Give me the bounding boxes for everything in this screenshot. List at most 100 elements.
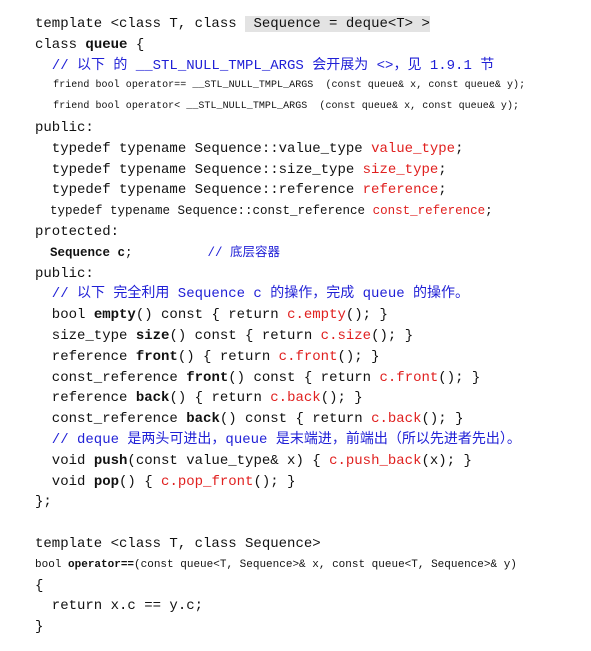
code-text: reference xyxy=(35,390,136,407)
code-identifier: front xyxy=(186,369,229,386)
code-line: return x.c == y.c; xyxy=(35,596,525,617)
code-comment: // 以下 完全利用 Sequence c 的操作，完成 queue 的操作。 xyxy=(35,286,470,303)
code-line: void push(const value_type& x) { c.push_… xyxy=(35,451,525,472)
code-line: protected: xyxy=(35,222,525,243)
code-line: Sequence c; // 底层容器 xyxy=(35,243,525,264)
code-comment: // 以下 的 __STL_NULL_TMPL_ARGS 会开展为 <>，见 1… xyxy=(35,57,495,74)
code-line: } xyxy=(35,617,525,638)
code-text: ; xyxy=(438,161,447,178)
code-member: c.size xyxy=(320,327,372,344)
code-text: void xyxy=(35,452,94,469)
code-text: } xyxy=(35,619,44,636)
code-identifier: back xyxy=(135,390,170,407)
code-text: () { xyxy=(119,473,162,490)
code-line: friend bool operator== __STL_NULL_TMPL_A… xyxy=(35,76,525,97)
code-identifier: pop xyxy=(93,473,120,490)
code-text: { xyxy=(127,36,145,53)
code-identifier: front xyxy=(135,348,178,365)
code-member: const_reference xyxy=(372,204,486,219)
code-text: () const { return xyxy=(228,369,380,386)
code-text: size_type xyxy=(35,327,136,344)
code-identifier: size xyxy=(135,327,170,344)
code-line: const_reference front() const { return c… xyxy=(35,368,525,389)
code-line: typedef typename Sequence::const_referen… xyxy=(35,201,525,222)
code-line: typedef typename Sequence::value_type va… xyxy=(35,139,525,160)
code-text: bool xyxy=(35,558,69,571)
code-text: (); } xyxy=(438,369,481,386)
code-line: class queue { xyxy=(35,35,525,56)
code-text: typedef typename Sequence::const_referen… xyxy=(35,204,373,219)
code-text: const_reference xyxy=(35,411,187,428)
code-text: ; xyxy=(125,245,208,260)
code-member: size_type xyxy=(362,161,439,178)
code-text: public: xyxy=(35,119,94,136)
code-line: template <class T, class Sequence = dequ… xyxy=(35,14,525,35)
code-line: bool empty() const { return c.empty(); } xyxy=(35,305,525,326)
code-listing: template <class T, class Sequence = dequ… xyxy=(35,14,525,638)
code-line: public: xyxy=(35,264,525,285)
code-text: typedef typename Sequence::size_type xyxy=(35,161,363,178)
code-line: { xyxy=(35,576,525,597)
code-text: () const { return xyxy=(135,307,288,324)
code-line: // 以下 的 __STL_NULL_TMPL_ARGS 会开展为 <>，见 1… xyxy=(35,56,525,77)
code-text: }; xyxy=(35,494,52,511)
code-text: void xyxy=(35,473,94,490)
code-text: (); } xyxy=(320,390,363,407)
code-identifier: Sequence c xyxy=(50,245,126,260)
code-identifier: empty xyxy=(93,307,136,324)
code-text: { xyxy=(35,577,44,594)
code-text: bool xyxy=(35,307,94,324)
code-text: () { return xyxy=(177,348,279,365)
code-text: template <class T, class Sequence> xyxy=(35,535,321,552)
code-text: (x); } xyxy=(421,452,472,469)
code-text: ; xyxy=(455,140,464,157)
code-text: return x.c == y.c; xyxy=(35,598,204,615)
code-identifier: queue xyxy=(85,36,128,53)
code-line: void pop() { c.pop_front(); } xyxy=(35,472,525,493)
code-member: c.empty xyxy=(287,307,346,324)
code-line: template <class T, class Sequence> xyxy=(35,534,525,555)
code-text: (const queue<T, Sequence>& x, const queu… xyxy=(134,558,517,571)
code-comment: // 底层容器 xyxy=(207,245,281,260)
code-line: public: xyxy=(35,118,525,139)
code-text: (); } xyxy=(371,327,414,344)
code-line: const_reference back() const { return c.… xyxy=(35,409,525,430)
code-text: friend bool operator== __STL_NULL_TMPL_A… xyxy=(35,80,526,92)
code-line: reference back() { return c.back(); } xyxy=(35,388,525,409)
code-text: (); } xyxy=(345,307,388,324)
code-line: }; xyxy=(35,492,525,513)
code-member: c.front xyxy=(379,369,439,386)
code-line: // 以下 完全利用 Sequence c 的操作，完成 queue 的操作。 xyxy=(35,284,525,305)
code-identifier: back xyxy=(186,411,220,428)
code-text: (); } xyxy=(421,411,464,428)
code-text: class xyxy=(35,36,86,53)
code-text: const_reference xyxy=(35,369,187,386)
code-line: // deque 是两头可进出，queue 是末端进，前端出（所以先进者先出）。 xyxy=(35,430,525,451)
code-line: reference front() { return c.front(); } xyxy=(35,347,525,368)
code-line: size_type size() const { return c.size()… xyxy=(35,326,525,347)
code-member: c.back xyxy=(270,390,321,407)
code-text: typedef typename Sequence::reference xyxy=(35,182,363,199)
code-text: (); } xyxy=(337,348,380,365)
code-text: (); } xyxy=(253,473,296,490)
code-text: (const value_type& x) { xyxy=(127,452,330,469)
code-identifier: operator== xyxy=(68,558,135,571)
code-member: value_type xyxy=(371,140,456,157)
code-identifier: push xyxy=(93,452,128,469)
code-text: protected: xyxy=(35,223,120,240)
code-member: reference xyxy=(362,182,439,199)
code-line: bool operator==(const queue<T, Sequence>… xyxy=(35,555,525,576)
code-line: typedef typename Sequence::reference ref… xyxy=(35,180,525,201)
code-text: friend bool operator< __STL_NULL_TMPL_AR… xyxy=(35,101,520,113)
code-text: template <class T, class xyxy=(35,16,246,32)
code-text: typedef typename Sequence::value_type xyxy=(35,140,372,157)
code-text: () const { return xyxy=(169,327,321,344)
code-member: c.pop_front xyxy=(161,473,254,490)
code-text: () { return xyxy=(169,390,271,407)
code-text: Sequence = deque<T> > xyxy=(245,16,430,32)
code-text: () const { return xyxy=(219,411,372,428)
code-member: c.back xyxy=(371,411,422,428)
code-comment: // deque 是两头可进出，queue 是末端进，前端出（所以先进者先出）。 xyxy=(35,431,521,448)
